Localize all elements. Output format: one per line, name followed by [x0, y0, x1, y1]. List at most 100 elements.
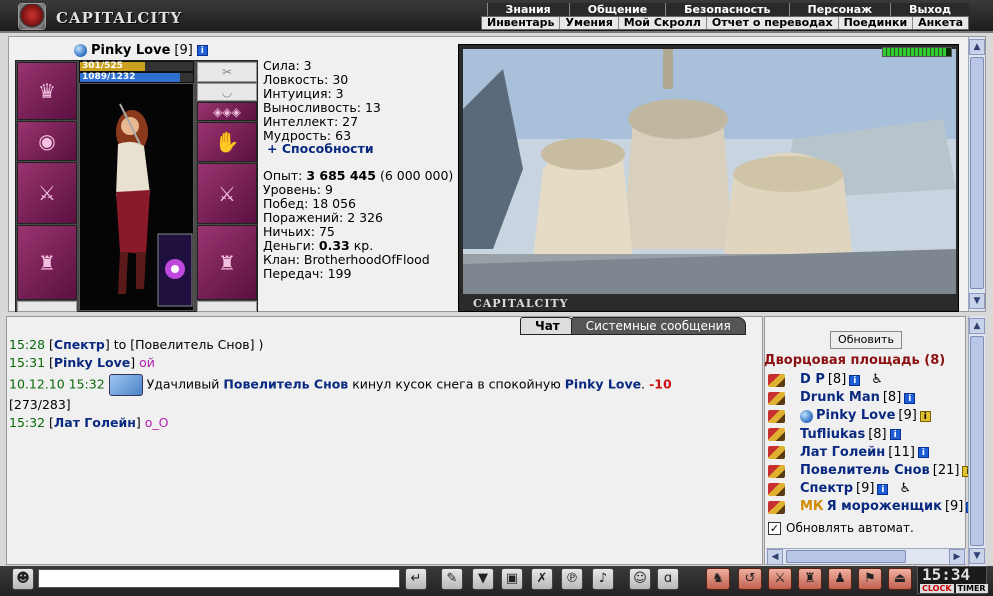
private-message-icon[interactable]: [768, 464, 785, 478]
user-row[interactable]: МКЯ мороженщик[9]i: [768, 498, 978, 516]
user-row[interactable]: Drunk Man [8] i: [768, 389, 977, 407]
helmet-slot[interactable]: ♛: [17, 62, 77, 120]
scroll-left-icon[interactable]: ◀: [767, 549, 783, 565]
app-logo-text: CAPITALCITY: [56, 9, 183, 27]
character-level: [9]: [174, 43, 193, 58]
user-row[interactable]: D P [8] i ♿: [768, 371, 977, 389]
scroll-right-icon[interactable]: ▶: [949, 549, 965, 565]
user-row[interactable]: Tufliukas [8] i: [768, 426, 977, 444]
clock-label[interactable]: CLOCK: [920, 584, 954, 593]
gloves-slot[interactable]: ✋: [197, 122, 257, 162]
hscroll-thumb[interactable]: [786, 550, 906, 563]
stat-strength: Сила: 3: [263, 58, 312, 73]
armor-slot[interactable]: ♜: [17, 225, 77, 300]
bag-icon[interactable]: ♟: [828, 568, 852, 590]
necklace-slot[interactable]: ◡: [197, 83, 257, 101]
user-row[interactable]: Лат Голейн [11] i: [768, 444, 977, 462]
subnav-skills[interactable]: Умения: [559, 17, 617, 29]
scroll-down-icon[interactable]: ▼: [969, 293, 985, 309]
stat-experience: Опыт: 3 685 445 (6 000 000): [263, 168, 454, 184]
abilities-link[interactable]: + Способности: [267, 141, 374, 156]
chat-input[interactable]: [38, 569, 400, 588]
mana-text: 1089/1232: [82, 72, 136, 82]
inventory-icon[interactable]: ♞: [706, 568, 730, 590]
room-hscrollbar[interactable]: ◀ ▶: [766, 548, 966, 565]
private-message-icon[interactable]: [768, 410, 785, 423]
auto-refresh-checkbox[interactable]: ✓: [768, 521, 781, 535]
tab-system-messages[interactable]: Системные сообщения: [570, 317, 746, 335]
user-row[interactable]: Pinky Love [9] i: [768, 407, 977, 425]
scroll-up-icon[interactable]: ▲: [969, 39, 985, 55]
nav-security[interactable]: Безопасность: [665, 3, 789, 16]
armor-icon[interactable]: ♜: [798, 568, 822, 590]
rings-slot[interactable]: ◈◈◈: [197, 102, 257, 121]
info-icon[interactable]: i: [196, 45, 208, 56]
top-scrollbar[interactable]: ▲ ▼: [968, 37, 985, 311]
subnav-inventory[interactable]: Инвентарь: [482, 17, 559, 29]
stat-intellect: Интеллект: 27: [263, 113, 359, 129]
top-bar: CAPITALCITY Знания Общение Безопасность …: [0, 0, 993, 33]
nav-character[interactable]: Персонаж: [788, 3, 891, 16]
eraser-icon[interactable]: ✎: [441, 568, 463, 590]
chat-nick[interactable]: Спектр: [54, 337, 105, 352]
private-message-icon[interactable]: [768, 501, 785, 515]
gloves-icon: ✋: [214, 130, 240, 154]
timer-label[interactable]: TIMER: [955, 584, 988, 593]
city-illustration: [463, 49, 956, 294]
necklace-icon: ◡: [221, 85, 233, 99]
smile-menu-icon[interactable]: ☻: [12, 568, 34, 590]
dagger-icon: ⚔: [38, 181, 56, 205]
nav-exit[interactable]: Выход: [890, 3, 969, 16]
legs-slot[interactable]: ♜: [197, 225, 257, 300]
sound-icon[interactable]: ♪: [592, 568, 614, 590]
nav-knowledge[interactable]: Знания: [486, 3, 569, 16]
scroll-thumb[interactable]: [970, 336, 984, 546]
belt-slot[interactable]: [197, 301, 257, 312]
send-icon[interactable]: ↵: [405, 568, 427, 590]
private-message-icon[interactable]: [768, 391, 785, 405]
tab-chat[interactable]: Чат: [520, 317, 575, 335]
subnav-transfer-report[interactable]: Отчет о переводах: [705, 17, 838, 29]
subnav-profile[interactable]: Анкета: [912, 17, 968, 29]
user-row[interactable]: Спектр [9] i ♿: [768, 480, 977, 498]
fight-icon[interactable]: ✗: [531, 568, 553, 590]
stat-agility: Ловкость: 30: [263, 71, 349, 87]
chat-message: 15:31 [Pinky Love] ой: [9, 355, 155, 370]
earring-slot[interactable]: ✂: [197, 62, 257, 82]
private-message-icon[interactable]: [768, 373, 785, 387]
flag-icon[interactable]: ⚑: [858, 568, 882, 590]
character-avatar: [79, 83, 194, 311]
private-message-icon[interactable]: [768, 446, 785, 460]
room-vscrollbar[interactable]: ▲ ▼: [968, 316, 985, 566]
exit-icon[interactable]: ⏏: [888, 568, 912, 590]
user-row[interactable]: Повелитель Снов[21]i: [768, 462, 977, 480]
boots-slot[interactable]: [17, 301, 77, 312]
bracers-slot[interactable]: ◉: [17, 121, 77, 161]
private-message-icon[interactable]: [768, 482, 785, 496]
subnav-fights[interactable]: Поединки: [837, 17, 913, 29]
location-scene[interactable]: CAPITALCITY: [458, 44, 959, 312]
weapon-right-slot[interactable]: ⚔: [197, 163, 257, 224]
character-name: Pinky Love: [91, 43, 171, 58]
auto-refresh-label: Обновлять автомат.: [786, 521, 914, 535]
robe-icon: ♜: [38, 250, 56, 275]
snowball-icon: [108, 374, 143, 396]
filter-icon[interactable]: ▼: [472, 568, 494, 590]
translit-icon[interactable]: ɑ: [657, 568, 679, 590]
refresh-button[interactable]: Обновить: [830, 331, 902, 349]
chat-nick[interactable]: Pinky Love: [54, 355, 130, 370]
scroll-thumb[interactable]: [970, 57, 984, 289]
weapon-left-slot[interactable]: ⚔: [17, 162, 77, 224]
save-icon[interactable]: ▣: [501, 568, 523, 590]
emoticons-icon[interactable]: ☺: [629, 568, 651, 590]
skills-icon[interactable]: ↺: [738, 568, 762, 590]
chat-nick[interactable]: Лат Голейн: [54, 415, 136, 430]
battle-icon[interactable]: ⚔: [768, 568, 792, 590]
scroll-down-icon[interactable]: ▼: [969, 548, 985, 564]
subnav-my-scroll[interactable]: Мой Скролл: [617, 17, 706, 29]
alignment-orb-icon: [800, 410, 813, 423]
scroll-up-icon[interactable]: ▲: [969, 318, 985, 334]
private-log-icon[interactable]: ℗: [561, 568, 583, 590]
nav-communication[interactable]: Общение: [568, 3, 666, 16]
private-message-icon[interactable]: [768, 428, 785, 442]
